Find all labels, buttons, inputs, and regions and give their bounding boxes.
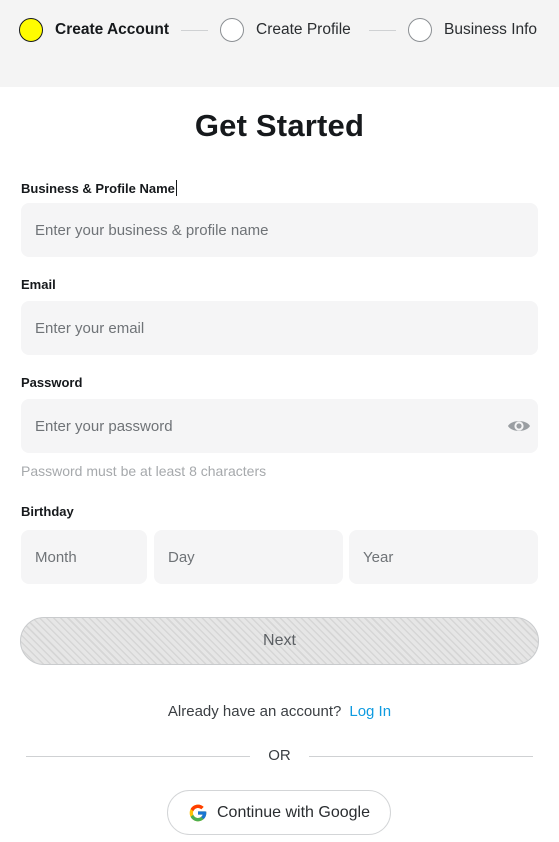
divider-right xyxy=(309,756,533,757)
business-name-label: Business & Profile Name xyxy=(21,180,177,196)
email-label: Email xyxy=(21,277,56,292)
password-hint: Password must be at least 8 characters xyxy=(21,463,267,479)
step-connector xyxy=(369,30,396,31)
birthday-label: Birthday xyxy=(21,504,74,519)
password-label: Password xyxy=(21,375,83,390)
birthday-year-input[interactable] xyxy=(349,530,538,584)
birthday-day-field[interactable] xyxy=(154,530,343,584)
step-connector xyxy=(181,30,208,31)
login-prompt-text: Already have an account? xyxy=(167,703,342,720)
step-active-circle-icon xyxy=(19,18,43,42)
birthday-year-field[interactable] xyxy=(349,530,538,584)
business-name-field[interactable] xyxy=(21,203,538,257)
step-label: Create Profile xyxy=(256,21,351,38)
text-cursor xyxy=(175,180,177,196)
step-label: Create Account xyxy=(55,21,169,38)
signup-stepper: Create Account Create Profile Business I… xyxy=(0,0,559,87)
email-field[interactable] xyxy=(21,301,538,355)
business-name-input[interactable] xyxy=(21,203,538,257)
google-icon xyxy=(189,804,207,821)
business-name-label-text: Business & Profile Name xyxy=(21,181,175,196)
email-input[interactable] xyxy=(21,301,538,355)
birthday-month-field[interactable] xyxy=(21,530,147,584)
next-button-label: Next xyxy=(263,632,296,649)
birthday-month-input[interactable] xyxy=(21,530,147,584)
login-prompt-row: Already have an account? Log In xyxy=(0,703,559,720)
continue-with-google-button[interactable]: Continue with Google xyxy=(167,790,391,835)
password-field[interactable] xyxy=(21,399,538,453)
step-create-account: Create Account xyxy=(19,18,169,42)
step-create-profile: Create Profile xyxy=(220,18,351,42)
page-title: Get Started xyxy=(194,108,365,143)
password-input[interactable] xyxy=(21,399,538,453)
step-label: Business Info xyxy=(444,21,538,38)
step-business-info: Business Info xyxy=(408,18,537,42)
login-link[interactable]: Log In xyxy=(349,703,391,720)
next-button[interactable]: Next xyxy=(20,617,539,665)
step-inactive-circle-icon xyxy=(408,18,432,42)
step-inactive-circle-icon xyxy=(220,18,244,42)
birthday-day-input[interactable] xyxy=(154,530,343,584)
google-button-label: Continue with Google xyxy=(217,803,370,821)
eye-icon[interactable] xyxy=(507,414,531,438)
